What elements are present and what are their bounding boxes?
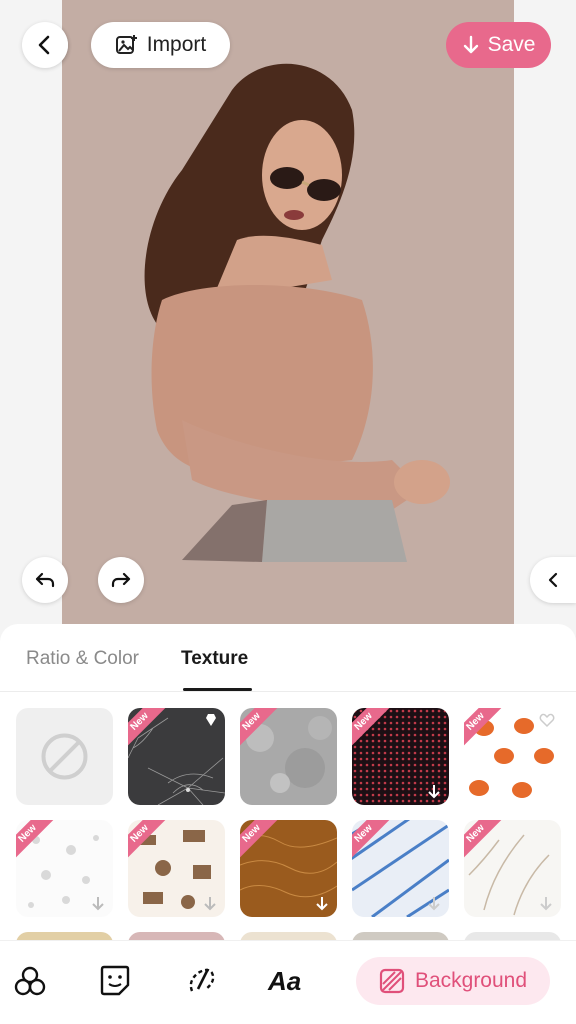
background-button[interactable]: Background — [356, 957, 550, 1005]
download-icon — [540, 897, 552, 911]
arrow-down-icon — [463, 35, 478, 54]
texture-spider-web[interactable]: New — [128, 708, 225, 805]
canvas-area[interactable] — [62, 0, 514, 630]
texture-pumpkins[interactable]: New — [464, 708, 561, 805]
redo-icon — [111, 572, 131, 588]
texture-grid: New New New New New New New New New — [16, 708, 576, 948]
import-button[interactable]: Import — [91, 22, 230, 68]
image-plus-icon — [115, 35, 137, 54]
subject-photo — [144, 63, 450, 562]
texture-none[interactable] — [16, 708, 113, 805]
chevron-left-icon — [38, 35, 50, 55]
download-icon — [92, 897, 104, 911]
download-icon — [428, 897, 440, 911]
tab-ratio-color[interactable]: Ratio & Color — [26, 648, 139, 670]
bottom-toolbar: Aa Background — [0, 940, 576, 1024]
layers-icon[interactable] — [12, 963, 48, 999]
background-icon — [379, 968, 405, 994]
expand-panel-button[interactable] — [530, 557, 576, 603]
chevron-left-icon — [548, 572, 558, 588]
undo-icon — [35, 572, 55, 588]
import-label: Import — [146, 33, 207, 56]
brush-icon[interactable] — [184, 963, 220, 999]
tab-bar: Ratio & Color Texture — [0, 624, 576, 692]
redo-button[interactable] — [98, 557, 144, 603]
no-texture-icon — [41, 733, 88, 780]
undo-button[interactable] — [22, 557, 68, 603]
text-tool-icon[interactable]: Aa — [268, 963, 304, 999]
heart-icon[interactable] — [539, 712, 555, 728]
texture-wheat[interactable]: New — [464, 820, 561, 917]
texture-halloween-white[interactable]: New — [16, 820, 113, 917]
background-label: Background — [414, 969, 528, 992]
texture-denim[interactable]: New — [352, 820, 449, 917]
texture-leather[interactable]: New — [240, 820, 337, 917]
download-icon — [204, 897, 216, 911]
active-tab-indicator — [183, 688, 252, 691]
download-icon — [316, 897, 328, 911]
texture-dark-dots[interactable]: New — [352, 708, 449, 805]
diamond-icon — [206, 714, 216, 726]
sticker-icon[interactable] — [97, 963, 133, 999]
download-icon — [428, 785, 440, 799]
texture-toile-brown[interactable]: New — [128, 820, 225, 917]
save-button[interactable]: Save — [446, 22, 551, 68]
tab-texture[interactable]: Texture — [181, 648, 248, 670]
save-label: Save — [487, 33, 536, 56]
back-button[interactable] — [22, 22, 68, 68]
texture-grey-grunge[interactable]: New — [240, 708, 337, 805]
